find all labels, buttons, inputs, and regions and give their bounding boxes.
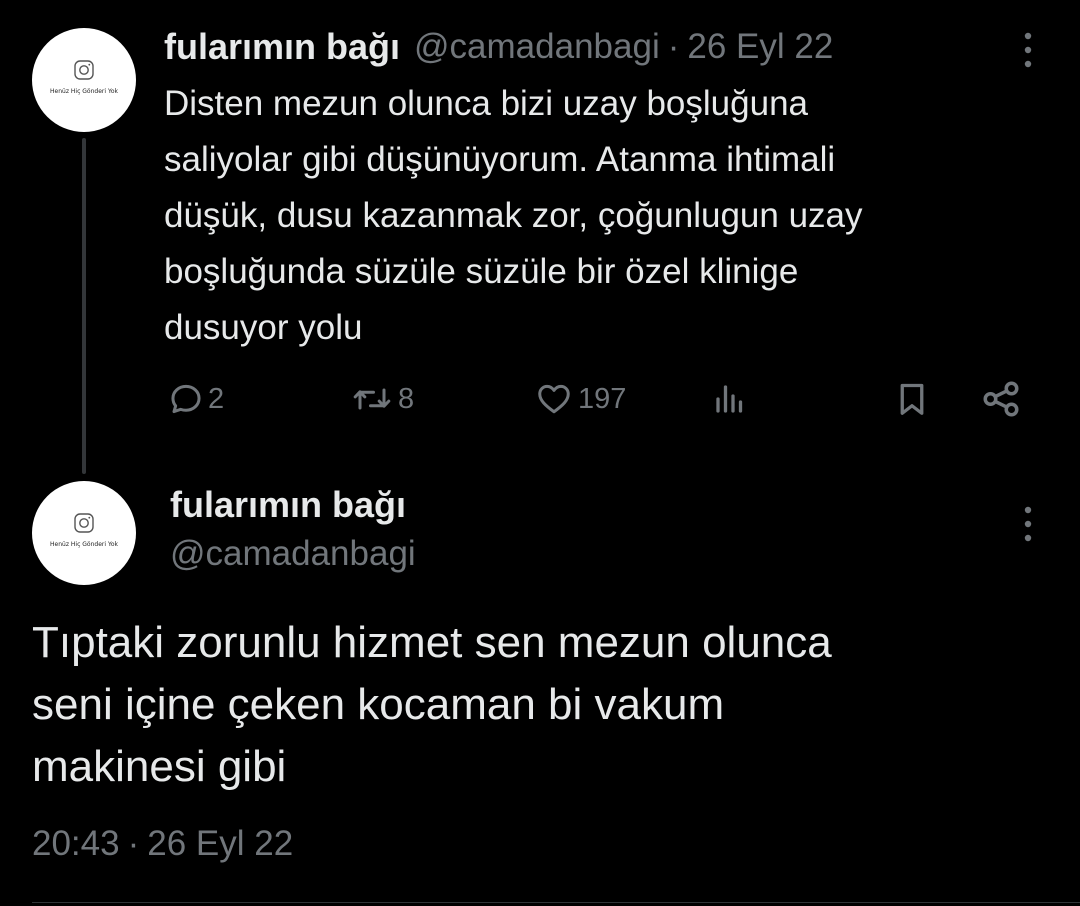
separator: ·: [667, 27, 680, 66]
tweet-date[interactable]: 26 Eyl 22: [687, 27, 833, 67]
thread-line: [82, 138, 86, 474]
tweet-header: fularımın bağı @camadanbagi · 26 Eyl 22: [164, 24, 833, 70]
user-handle[interactable]: @camadanbagi: [414, 27, 660, 67]
more-vertical-icon[interactable]: [1016, 28, 1040, 72]
repost-count: 8: [398, 382, 415, 415]
avatar[interactable]: Henüz Hiç Gönderi Yok: [32, 28, 136, 132]
bookmark-icon: [900, 383, 924, 415]
user-handle[interactable]: @camadanbagi: [170, 534, 416, 574]
tweet-text: Disten mezun olunca bizi uzay boşluğuna …: [164, 84, 863, 347]
more-vertical-icon[interactable]: [1016, 502, 1040, 546]
separator: ·: [127, 824, 140, 863]
camera-icon: [74, 60, 94, 80]
repost-button[interactable]: 8: [350, 374, 414, 424]
reply-icon: [171, 384, 201, 414]
views-button[interactable]: [710, 374, 750, 424]
tweet-date: 26 Eyl 22: [147, 824, 294, 863]
avatar-caption: Henüz Hiç Gönderi Yok: [50, 88, 118, 95]
views-icon: [716, 385, 743, 413]
tweet-timestamp[interactable]: 20:43 · 26 Eyl 22: [32, 824, 293, 864]
heart-icon: [538, 384, 570, 414]
repost-icon: [353, 388, 391, 410]
reply-count: 2: [208, 382, 225, 415]
avatar[interactable]: Henüz Hiç Gönderi Yok: [32, 481, 136, 585]
like-button[interactable]: 197: [534, 374, 626, 424]
divider: [32, 902, 1080, 903]
camera-icon: [74, 513, 94, 533]
share-icon: [983, 381, 1019, 417]
bookmark-button[interactable]: [894, 374, 930, 424]
tweet-text: Tıptaki zorunlu hizmet sen mezun olunca …: [32, 618, 832, 791]
display-name[interactable]: fularımın bağı: [170, 484, 406, 526]
reply-button[interactable]: 2: [168, 374, 224, 424]
share-button[interactable]: [980, 374, 1022, 424]
avatar-caption: Henüz Hiç Gönderi Yok: [50, 541, 118, 548]
tweet-time: 20:43: [32, 824, 120, 863]
display-name[interactable]: fularımın bağı: [164, 26, 400, 68]
like-count: 197: [578, 382, 627, 415]
